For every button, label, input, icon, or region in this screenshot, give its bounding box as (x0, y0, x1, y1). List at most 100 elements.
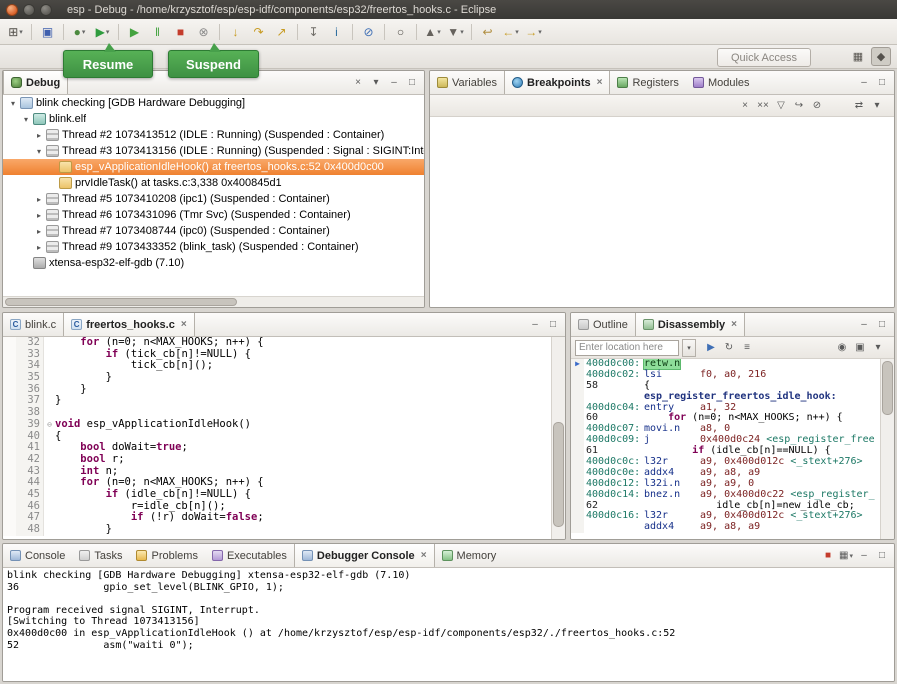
terminate-button[interactable]: ■ (820, 547, 836, 564)
minimize-button[interactable]: – (527, 316, 543, 333)
code-line[interactable]: 32 for (n=0; n<MAX_HOOKS; n++) { (3, 337, 552, 349)
open-new-view-button[interactable]: ▣ (852, 339, 868, 356)
tree-item[interactable]: ▾blink.elf (3, 111, 424, 127)
open-perspective-button[interactable]: ▦ (848, 47, 868, 66)
tree-item[interactable]: ▸Thread #2 1073413512 (IDLE : Running) (… (3, 127, 424, 143)
previous-annotation-button[interactable]: ▲▾ (422, 22, 443, 42)
remove-all-terminated-button[interactable]: × (350, 74, 366, 91)
maximize-button[interactable]: □ (545, 316, 561, 333)
debug-perspective-button[interactable]: ◆ (871, 47, 891, 66)
remove-selected-breakpoints-button[interactable]: × (737, 97, 753, 114)
minimize-button[interactable]: – (856, 74, 872, 91)
view-menu-button[interactable]: ▾ (869, 97, 885, 114)
close-tab-icon[interactable]: × (731, 319, 737, 330)
vertical-scrollbar[interactable] (551, 337, 565, 539)
pin-view-button[interactable]: ◉ (834, 339, 850, 356)
show-breakpoints-supported-button[interactable]: ▽ (773, 97, 789, 114)
tab-tasks[interactable]: Tasks (72, 544, 129, 567)
instruction-stepping-button[interactable]: i (326, 22, 347, 42)
skip-all-breakpoints-button[interactable]: ⊘ (809, 97, 825, 114)
scrollbar-thumb[interactable] (882, 361, 893, 415)
step-into-button[interactable]: ↓ (225, 22, 246, 42)
go-to-file-for-breakpoint-button[interactable]: ↪ (791, 97, 807, 114)
window-minimize-button[interactable] (23, 4, 35, 16)
tree-item[interactable]: xtensa-esp32-elf-gdb (7.10) (3, 255, 424, 271)
skip-all-breakpoints-button[interactable]: ⊘ (358, 22, 379, 42)
terminate-button[interactable]: ■ (170, 22, 191, 42)
view-menu-button[interactable]: ▾ (368, 74, 384, 91)
tab-freertos-hooks-c[interactable]: freertos_hooks.c× (63, 313, 195, 336)
collapse-icon[interactable]: ▾ (20, 115, 32, 124)
maximize-button[interactable]: □ (404, 74, 420, 91)
suspend-button[interactable]: ‖ (147, 22, 168, 42)
code-line[interactable]: 39⊖void esp_vApplicationIdleHook() (3, 419, 552, 431)
tab-executables[interactable]: Executables (205, 544, 294, 567)
window-close-button[interactable] (6, 4, 18, 16)
disassembly-row[interactable]: 400d0c02:lsif0, a0, 216 (571, 370, 881, 381)
show-source-button[interactable]: ≡ (739, 339, 755, 356)
maximize-button[interactable]: □ (874, 547, 890, 564)
go-to-program-counter-button[interactable]: ▶ (703, 339, 719, 356)
tab-registers[interactable]: Registers (610, 71, 685, 94)
disconnect-button[interactable]: ⊗ (193, 22, 214, 42)
disassembly-row[interactable]: 400d0c14:bnez.na9, 0x400d0c22 <esp_regis… (571, 490, 881, 501)
view-menu-button[interactable]: ▾ (870, 339, 886, 356)
resume-button[interactable]: ▶ (124, 22, 145, 42)
tab-disassembly[interactable]: Disassembly× (635, 313, 745, 336)
tab-memory[interactable]: Memory (435, 544, 504, 567)
expand-icon[interactable]: ▸ (33, 243, 45, 252)
close-tab-icon[interactable]: × (181, 319, 187, 330)
code-line[interactable]: 37} (3, 395, 552, 407)
step-return-button[interactable]: ↗ (271, 22, 292, 42)
debugger-console-output[interactable]: blink checking [GDB Hardware Debugging] … (3, 568, 894, 681)
fold-collapse-icon[interactable]: ⊖ (43, 419, 55, 431)
expand-icon[interactable]: ▸ (33, 131, 45, 140)
tree-item[interactable]: ▸Thread #6 1073431096 (Tmr Svc) (Suspend… (3, 207, 424, 223)
tree-item[interactable]: ▾Thread #3 1073413156 (IDLE : Running) (… (3, 143, 424, 159)
tab-console[interactable]: Console (3, 544, 72, 567)
disassembly-row[interactable]: addx4a9, a8, a9 (571, 522, 881, 533)
tree-item[interactable]: ▾blink checking [GDB Hardware Debugging] (3, 95, 424, 111)
remove-all-breakpoints-button[interactable]: ×× (755, 97, 771, 114)
search-button[interactable]: ○ (390, 22, 411, 42)
drop-to-frame-button[interactable]: ↧ (303, 22, 324, 42)
back-button[interactable]: ←▾ (500, 22, 521, 42)
source-editor[interactable]: 32 for (n=0; n<MAX_HOOKS; n++) {33 if (t… (3, 337, 552, 539)
last-edit-location-button[interactable]: ↩ (477, 22, 498, 42)
maximize-button[interactable]: □ (874, 316, 890, 333)
window-maximize-button[interactable] (40, 4, 52, 16)
location-dropdown-icon[interactable]: ▾ (682, 339, 696, 357)
tree-item[interactable]: ▸Thread #5 1073410208 (ipc1) (Suspended … (3, 191, 424, 207)
tree-item[interactable]: ▸Thread #7 1073408744 (ipc0) (Suspended … (3, 223, 424, 239)
selected-stack-frame[interactable]: esp_vApplicationIdleHook() at freertos_h… (3, 159, 424, 175)
scrollbar-thumb[interactable] (553, 422, 564, 527)
display-selected-console-button[interactable]: ▦▾ (838, 547, 854, 564)
tab-breakpoints[interactable]: Breakpoints× (504, 71, 610, 94)
link-with-debug-view-button[interactable]: ⇄ (851, 97, 867, 114)
tab-debugger-console[interactable]: Debugger Console× (294, 544, 435, 567)
expand-icon[interactable]: ▸ (33, 211, 45, 220)
save-button[interactable]: ▣ (37, 22, 58, 42)
code-line[interactable]: 45 if (idle_cb[n]!=NULL) { (3, 489, 552, 501)
disassembly-listing[interactable]: ▶400d0c00:retw.n400d0c02:lsif0, a0, 2165… (571, 359, 881, 539)
debug-button[interactable]: ●▾ (69, 22, 90, 42)
refresh-button[interactable]: ↻ (721, 339, 737, 356)
vertical-scrollbar[interactable] (880, 359, 894, 539)
code-line[interactable]: 48 } (3, 524, 552, 536)
run-button[interactable]: ▶▾ (92, 22, 113, 42)
scrollbar-thumb[interactable] (5, 298, 237, 306)
quick-access-button[interactable]: Quick Access (717, 48, 811, 67)
minimize-button[interactable]: – (386, 74, 402, 91)
tab-modules[interactable]: Modules (686, 71, 757, 94)
collapse-icon[interactable]: ▾ (33, 147, 45, 156)
tab-outline[interactable]: Outline (571, 313, 635, 336)
tab-blink-c[interactable]: blink.c (3, 313, 63, 336)
close-tab-icon[interactable]: × (421, 550, 427, 561)
maximize-button[interactable]: □ (874, 74, 890, 91)
next-annotation-button[interactable]: ▼▾ (445, 22, 466, 42)
horizontal-scrollbar[interactable] (3, 296, 424, 307)
disassembly-row[interactable]: esp_register_freertos_idle_hook: (571, 392, 881, 403)
tab-variables[interactable]: Variables (430, 71, 504, 94)
breakpoints-list-empty[interactable] (430, 117, 894, 307)
new-wizard-button[interactable]: ⊞▾ (5, 22, 26, 42)
